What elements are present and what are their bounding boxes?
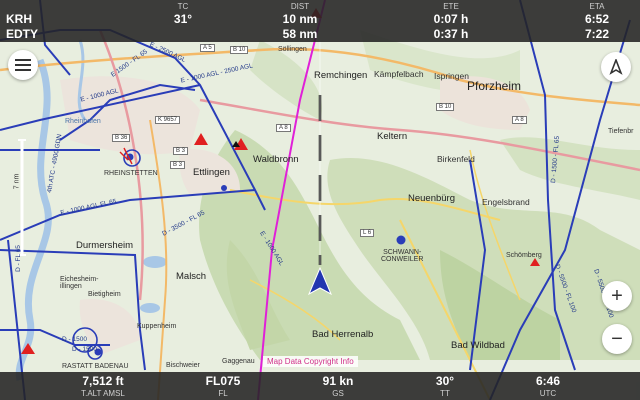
ground-speed-label: GS — [332, 389, 344, 398]
ete-label: ETE — [443, 2, 459, 11]
utc-label: UTC — [539, 389, 557, 398]
eta-label: ETA — [589, 2, 605, 11]
town-label-bad-herrenalb: Bad Herrenalb — [312, 329, 374, 340]
to-waypoint: EDTY — [6, 27, 39, 41]
tc-label: TC — [177, 2, 189, 11]
ground-speed-cell: 91 kn GS — [303, 372, 373, 400]
from-waypoint: KRH — [6, 12, 32, 26]
eta-cell: ETA 6:52 7:22 — [562, 0, 632, 42]
town-label-kampfelbach: Kämpfelbach — [374, 69, 424, 79]
road-label: B 3 — [170, 161, 186, 169]
town-label-gaggenau: Gaggenau — [222, 358, 255, 365]
road-label: B 10 — [436, 103, 455, 111]
town-label-waldbronn: Waldbronn — [253, 154, 299, 165]
town-label-ettlingen: Ettlingen — [193, 167, 230, 178]
airfield-label-schwann: SCHWANN- CONWEILER — [381, 249, 424, 263]
road-label: A 8 — [512, 116, 527, 124]
ground-speed-value: 91 kn — [322, 374, 354, 388]
town-label-birkenfeld: Birkenfeld — [437, 154, 475, 164]
town-label-pforzheim: Pforzheim — [467, 79, 522, 93]
town-label-remchingen: Remchingen — [314, 70, 368, 81]
menu-button[interactable] — [8, 50, 38, 80]
road-label: A 5 — [200, 44, 215, 52]
north-up-button[interactable] — [601, 52, 631, 82]
eta-next-value: 6:52 — [584, 12, 610, 26]
town-label-tiefenbronn: Tiefenbr — [608, 128, 634, 135]
town-label-rheinhafen: Rheinhafen — [65, 118, 101, 125]
dist-cell: DIST 10 nm 58 nm — [262, 0, 338, 42]
road-label: B 10 — [230, 46, 249, 54]
road-label: L 6 — [360, 229, 375, 237]
road-label: A 8 — [276, 124, 291, 132]
airfield-label-rheinstetten: RHEINSTETTEN — [104, 170, 158, 177]
town-label-keltern: Keltern — [377, 131, 408, 142]
flight-info-bar: KRH EDTY TC 31° DIST 10 nm 58 nm ETE 0:0… — [0, 0, 640, 42]
scale-label: 7 nm — [13, 173, 21, 190]
flight-status-bar: 7,512 ft T.ALT AMSL FL075 FL 91 kn GS 30… — [0, 372, 640, 400]
zoom-in-button[interactable]: + — [602, 281, 632, 311]
true-track-cell: 30° TT — [410, 372, 480, 400]
town-label-eichesheim: Eichesheim- illingen — [60, 276, 99, 290]
flight-level-cell: FL075 FL — [188, 372, 258, 400]
true-track-label: TT — [440, 389, 450, 398]
ete-total-value: 0:37 h — [433, 27, 469, 41]
town-label-malsch: Malsch — [176, 271, 207, 282]
town-label-kuppenheim: Kuppenheim — [137, 323, 177, 330]
road-label: B 36 — [112, 134, 131, 142]
town-label-bischweier: Bischweier — [166, 362, 200, 369]
moving-map[interactable] — [0, 0, 640, 400]
flight-level-value: FL075 — [205, 374, 241, 388]
town-label-bietigheim: Bietigheim — [88, 291, 121, 298]
airspace-label: D - 1500 — [62, 336, 87, 343]
airspace-label: D - FL 65 — [14, 245, 22, 272]
flight-level-label: FL — [218, 389, 228, 398]
ete-next-value: 0:07 h — [433, 12, 469, 26]
tc-cell: TC 31° — [148, 0, 218, 42]
town-label-neuenburg: Neuenbürg — [408, 193, 456, 204]
airfield-label-rastatt: RASTATT BADENAU — [62, 363, 129, 370]
town-label-schomberg: Schömberg — [506, 252, 542, 259]
north-up-icon — [609, 59, 623, 75]
dist-next-value: 10 nm — [282, 12, 318, 26]
town-label-bad-wildbad: Bad Wildbad — [451, 340, 505, 351]
zoom-out-button[interactable]: − — [602, 324, 632, 354]
utc-value: 6:46 — [535, 374, 561, 388]
dist-label: DIST — [290, 2, 310, 11]
town-label-ispringen: Ispringen — [434, 71, 469, 81]
altitude-value: 7,512 ft — [82, 374, 124, 388]
menu-icon — [15, 59, 31, 71]
town-label-solingen: Söllingen — [278, 46, 307, 53]
town-label-durmersheim: Durmersheim — [76, 240, 134, 251]
map-copyright-link[interactable]: Map Data Copyright Info — [263, 356, 358, 367]
dist-total-value: 58 nm — [282, 27, 318, 41]
ete-cell: ETE 0:07 h 0:37 h — [416, 0, 486, 42]
altitude-label: T.ALT AMSL — [81, 389, 125, 398]
road-label: K 9657 — [155, 116, 181, 124]
eta-total-value: 7:22 — [584, 27, 610, 41]
airspace-label: D - 1500 — [72, 346, 97, 353]
altitude-cell: 7,512 ft T.ALT AMSL — [58, 372, 148, 400]
utc-cell: 6:46 UTC — [513, 372, 583, 400]
town-label-engelsbrand: Engelsbrand — [482, 197, 530, 207]
true-track-value: 30° — [435, 374, 455, 388]
road-label: B 3 — [173, 147, 189, 155]
tc-value: 31° — [173, 12, 193, 26]
